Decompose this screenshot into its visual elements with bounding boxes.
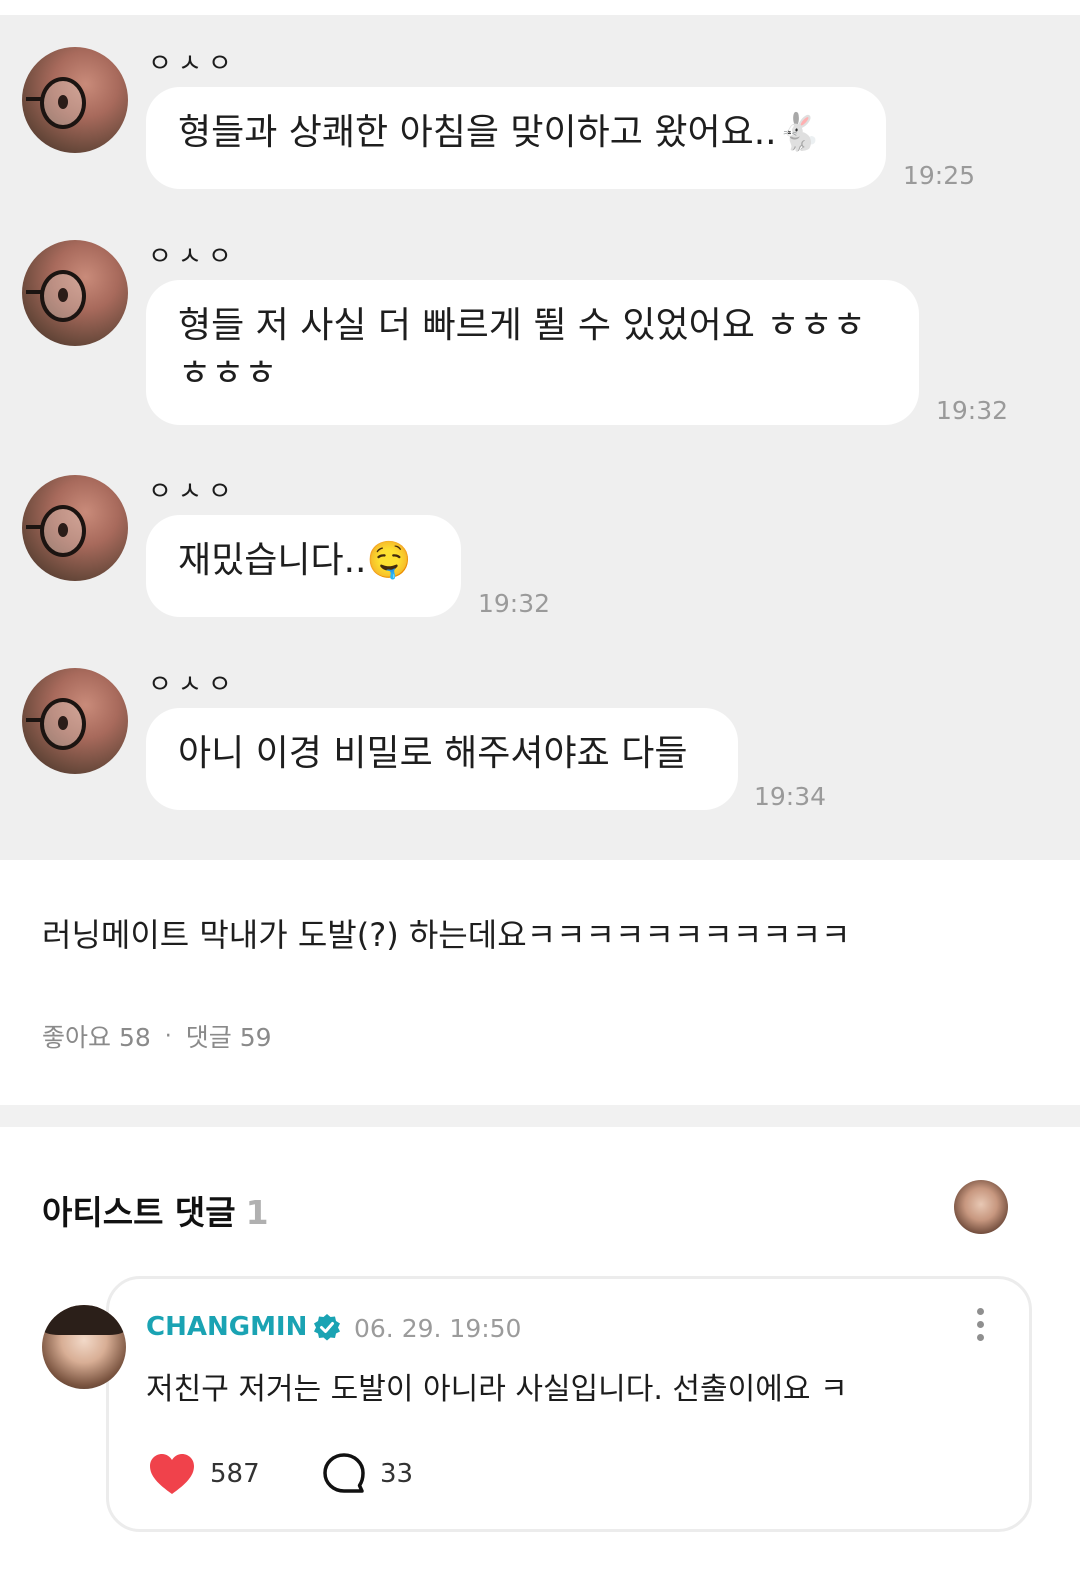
commenter-name-text: CHANGMIN bbox=[146, 1312, 308, 1342]
artist-avatar-thumbnail[interactable] bbox=[954, 1180, 1008, 1234]
comment-text: 저친구 저거는 도발이 아니라 사실입니다. 선출이에요 ㅋ bbox=[146, 1372, 848, 1407]
sender-name: ㅇㅅㅇ bbox=[148, 49, 238, 79]
commenter-name[interactable]: CHANGMIN bbox=[146, 1312, 341, 1342]
artist-comments-heading: 아티스트 댓글 1 bbox=[42, 1186, 269, 1234]
sender-avatar bbox=[22, 668, 128, 774]
sender-name: ㅇㅅㅇ bbox=[148, 670, 238, 700]
sender-name: ㅇㅅㅇ bbox=[148, 242, 238, 272]
artist-comments-count: 1 bbox=[245, 1193, 269, 1232]
like-button[interactable]: 587 bbox=[148, 1452, 260, 1496]
verified-badge-icon bbox=[314, 1314, 341, 1341]
sender-avatar bbox=[22, 240, 128, 346]
speech-bubble-icon bbox=[323, 1453, 365, 1493]
section-divider bbox=[0, 1105, 1080, 1127]
heart-icon bbox=[150, 1454, 194, 1494]
sender-name: ㅇㅅㅇ bbox=[148, 477, 238, 507]
chat-screenshot[interactable]: ㅇㅅㅇ 형들과 상쾌한 아침을 맞이하고 왔어요..🐇 19:25 ㅇㅅㅇ 형들… bbox=[0, 15, 1080, 860]
comments-count[interactable]: 댓글 59 bbox=[186, 1018, 272, 1054]
reply-button[interactable]: 33 bbox=[322, 1452, 413, 1496]
likes-count[interactable]: 좋아요 58 bbox=[42, 1018, 151, 1054]
message-text: 형들과 상쾌한 아침을 맞이하고 왔어요.. bbox=[178, 112, 777, 153]
message-time: 19:32 bbox=[936, 396, 1009, 425]
post-caption: 러닝메이트 막내가 도발(?) 하는데요ㅋㅋㅋㅋㅋㅋㅋㅋㅋㅋㅋ bbox=[42, 916, 851, 954]
post-page: ㅇㅅㅇ 형들과 상쾌한 아침을 맞이하고 왔어요..🐇 19:25 ㅇㅅㅇ 형들… bbox=[0, 0, 1080, 1575]
sender-avatar bbox=[22, 47, 128, 153]
artist-comments-title: 아티스트 댓글 bbox=[42, 1193, 236, 1232]
message-text: 재밌습니다.. bbox=[178, 540, 367, 581]
message-time: 19:34 bbox=[754, 782, 827, 811]
message-text-line: ㅎㅎㅎ bbox=[178, 353, 278, 394]
message-time: 19:25 bbox=[903, 161, 976, 190]
like-count: 587 bbox=[210, 1459, 260, 1489]
comment-date: 06. 29. 19:50 bbox=[354, 1314, 522, 1343]
rabbit-emoji: 🐇 bbox=[776, 112, 822, 153]
commenter-avatar[interactable] bbox=[42, 1305, 126, 1389]
message-bubble: 형들과 상쾌한 아침을 맞이하고 왔어요..🐇 bbox=[146, 87, 886, 189]
message-text-line: 형들 저 사실 더 빠르게 뛸 수 있었어요 ㅎㅎㅎ bbox=[178, 305, 866, 346]
message-bubble: 재밌습니다..🤤 bbox=[146, 515, 461, 617]
more-vertical-icon[interactable] bbox=[970, 1308, 990, 1348]
message-text: 아니 이경 비밀로 해주셔야죠 다들 bbox=[178, 733, 688, 774]
sender-avatar bbox=[22, 475, 128, 581]
post-stats: 좋아요 58 · 댓글 59 bbox=[42, 1018, 272, 1054]
message-time: 19:32 bbox=[478, 589, 551, 618]
message-bubble: 아니 이경 비밀로 해주셔야죠 다들 bbox=[146, 708, 738, 810]
drooling-face-emoji: 🤤 bbox=[366, 540, 412, 581]
stats-separator: · bbox=[164, 1023, 172, 1049]
message-bubble: 형들 저 사실 더 빠르게 뛸 수 있었어요 ㅎㅎㅎ ㅎㅎㅎ bbox=[146, 280, 919, 425]
reply-count: 33 bbox=[380, 1459, 414, 1489]
